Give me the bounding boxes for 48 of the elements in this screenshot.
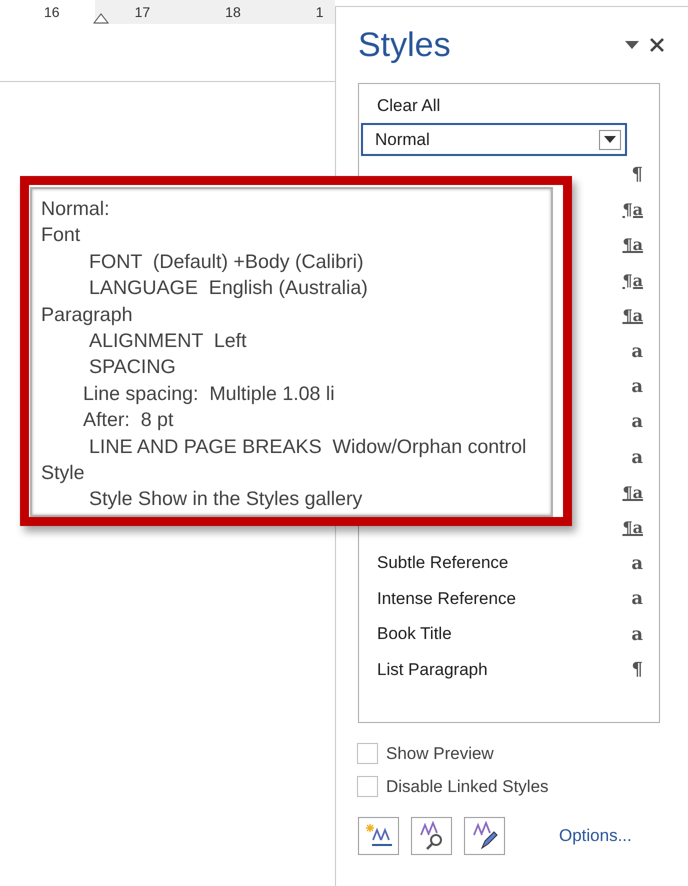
manage-styles-button[interactable] (464, 817, 505, 855)
checkbox-option[interactable]: Show Preview (357, 743, 688, 764)
style-item[interactable]: Book Title a (363, 616, 655, 652)
paragraph-style-icon: ¶ (632, 659, 643, 680)
tooltip-heading: Normal: (41, 197, 111, 222)
character-style-icon: a (631, 340, 643, 362)
linked-style-icon: ¶a (622, 483, 643, 502)
style-item[interactable]: Subtle Reference a (363, 546, 655, 582)
tooltip-detail: SPACING (88, 355, 177, 380)
dropdown-arrow-icon[interactable] (625, 40, 639, 50)
tooltip-detail: LINE AND PAGE BREAKS Widow/Orphan control (88, 434, 528, 460)
style-item[interactable]: List Paragraph ¶ (363, 652, 655, 688)
tab-marker-icon[interactable] (93, 13, 109, 24)
character-style-icon: a (631, 552, 643, 574)
new-style-button[interactable] (358, 817, 399, 855)
tooltip-detail: ALIGNMENT Left (88, 329, 248, 354)
tooltip-heading: Font (41, 223, 82, 248)
linked-style-icon: ¶a (622, 235, 643, 254)
style-inspector-button[interactable] (411, 817, 452, 855)
character-style-icon: a (631, 588, 643, 610)
checkbox[interactable] (357, 743, 378, 764)
linked-style-icon: ¶a (622, 518, 643, 538)
style-dropdown[interactable]: Normal (361, 123, 627, 156)
tooltip-heading: Paragraph (41, 302, 134, 328)
paragraph-style-icon: ¶ (632, 164, 643, 185)
linked-style-icon: ¶a (622, 270, 643, 290)
character-style-icon: a (631, 624, 643, 645)
tooltip-heading: Style (41, 461, 86, 486)
clear-all-item[interactable]: Clear All (363, 88, 655, 124)
tooltip-detail: Line spacing: Multiple 1.08 li (82, 382, 336, 407)
tooltip-detail: LANGUAGE English (Australia) (88, 276, 369, 302)
ruler-number: 18 (225, 4, 241, 20)
ruler-number: 1 (316, 4, 324, 20)
checkbox[interactable] (357, 776, 378, 797)
options-link[interactable]: Options... (559, 826, 632, 846)
checkbox-option[interactable]: Disable Linked Styles (357, 776, 688, 797)
ruler-number: 16 (44, 4, 60, 20)
pane-title: Styles (358, 26, 452, 64)
tooltip-detail: Style Show in the Styles gallery (88, 487, 364, 512)
ruler-number: 17 (134, 4, 150, 20)
tooltip-detail: After: 8 pt (82, 408, 174, 434)
close-icon[interactable] (649, 37, 665, 53)
style-item[interactable]: Intense Reference a (363, 581, 655, 616)
tooltip-detail: FONT (Default) +Body (Calibri) (88, 250, 365, 275)
linked-style-icon: ¶a (622, 306, 643, 326)
character-style-icon: a (631, 411, 643, 432)
linked-style-icon: ¶a (622, 200, 643, 219)
character-style-icon: a (631, 376, 643, 397)
